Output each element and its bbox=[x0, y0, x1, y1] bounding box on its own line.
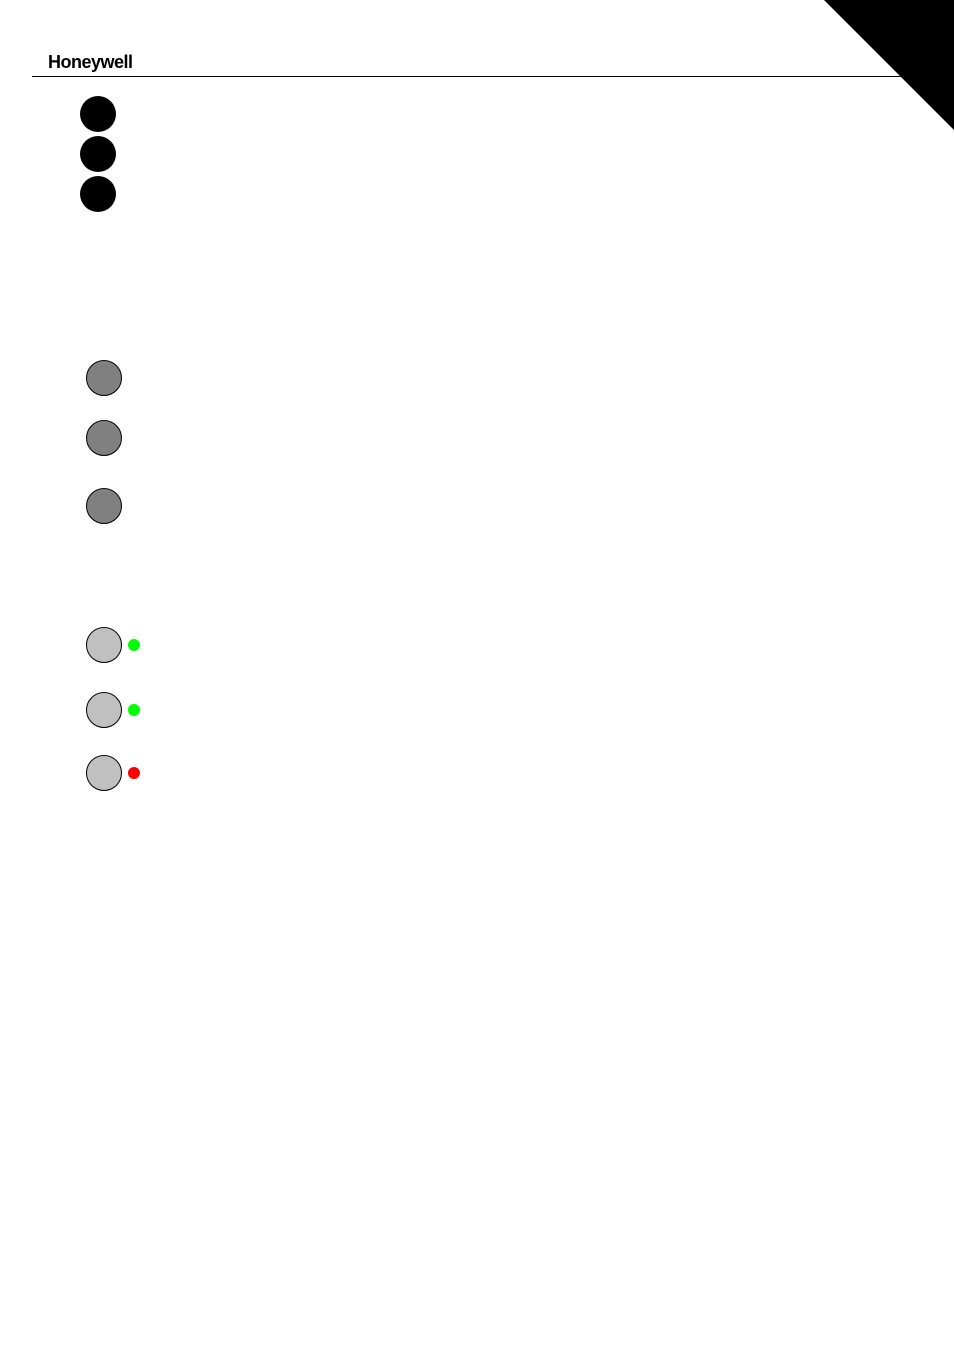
light-gray-with-dots-circle-1 bbox=[86, 627, 122, 663]
dark-gray-circle-1 bbox=[86, 360, 122, 396]
brand-name: Honeywell bbox=[48, 52, 133, 73]
light-gray-with-dots-circle-1-status-dot-green bbox=[128, 639, 140, 651]
light-gray-with-dots-circle-3 bbox=[86, 755, 122, 791]
light-gray-with-dots-circle-3-status-dot-red bbox=[128, 767, 140, 779]
dark-gray-circle-2 bbox=[86, 420, 122, 456]
page-corner bbox=[824, 0, 954, 130]
black-circle-1 bbox=[80, 96, 116, 132]
black-circle-2 bbox=[80, 136, 116, 172]
dark-gray-circle-3 bbox=[86, 488, 122, 524]
header-rule bbox=[32, 76, 922, 77]
light-gray-with-dots-circle-2-status-dot-green bbox=[128, 704, 140, 716]
black-circle-3 bbox=[80, 176, 116, 212]
light-gray-with-dots-circle-2 bbox=[86, 692, 122, 728]
